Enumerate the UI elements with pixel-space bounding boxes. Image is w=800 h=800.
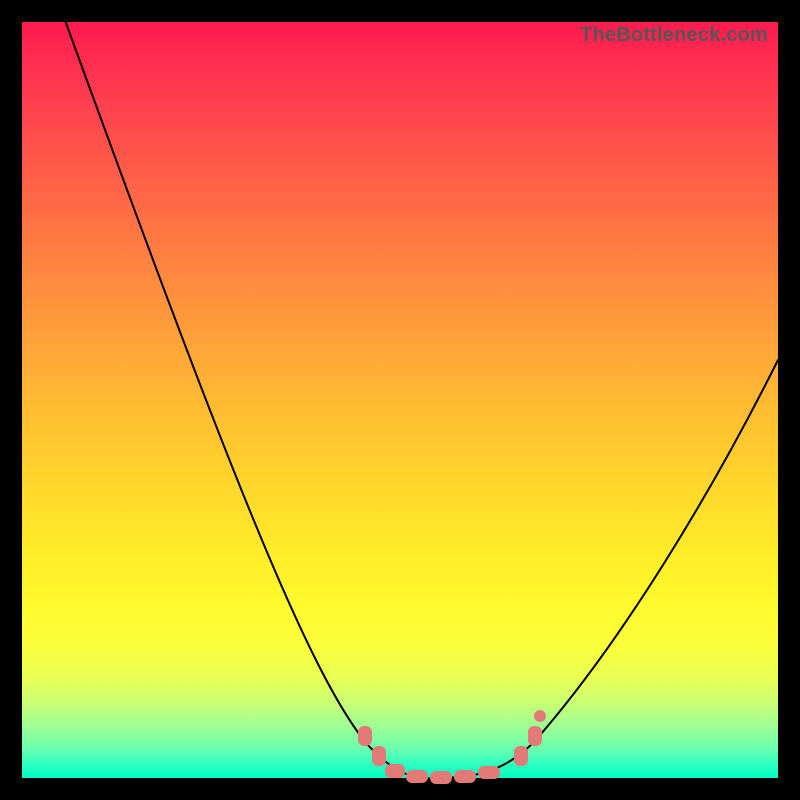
bottleneck-curve-line	[62, 12, 778, 778]
marker-point	[528, 726, 542, 746]
marker-point	[406, 770, 428, 783]
chart-plot-area: TheBottleneck.com	[22, 22, 778, 778]
marker-point	[372, 746, 386, 766]
marker-point	[454, 770, 476, 783]
marker-point	[514, 746, 528, 766]
optimal-zone-markers	[358, 710, 546, 784]
marker-point	[478, 766, 500, 779]
marker-point	[534, 710, 546, 722]
chart-svg	[22, 22, 778, 778]
marker-point	[358, 726, 372, 746]
marker-point	[430, 771, 452, 784]
marker-point	[385, 764, 405, 778]
